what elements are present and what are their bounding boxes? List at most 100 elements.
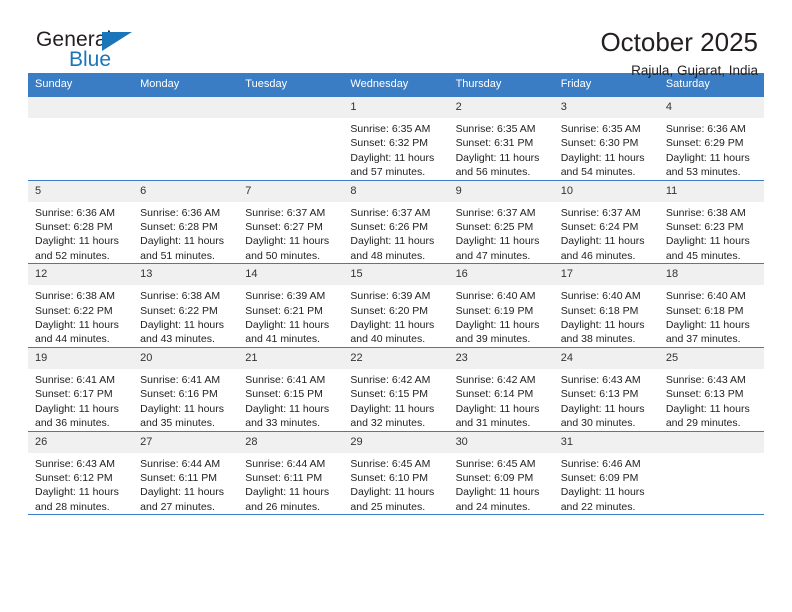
sunrise-text: Sunrise: 6:42 AM (350, 373, 431, 386)
sunrise-text: Sunrise: 6:38 AM (35, 290, 115, 303)
daylight-text: Daylight: 11 hours and 45 minutes. (665, 235, 750, 262)
day-number: 15 (343, 264, 449, 286)
day-number: 30 (448, 431, 554, 453)
day-details: Sunrise: 6:43 AM Sunset: 6:13 PM Daylight:… (554, 369, 659, 431)
calendar-day-cell-empty (28, 96, 134, 181)
sunrise-text: Sunrise: 6:35 AM (560, 123, 641, 135)
calendar-day-cell[interactable]: 2 Sunrise: 6:35 AM Sunset: 6:31 PM Daylight… (448, 96, 554, 181)
day-number: 14 (238, 264, 344, 286)
calendar-day-cell[interactable]: 18 Sunrise: 6:40 AM Sunset: 6:18 PM Dayligh… (658, 263, 764, 348)
daylight-text: Daylight: 11 hours and 57 minutes. (350, 151, 435, 179)
calendar-day-cell[interactable]: 19 Sunrise: 6:41 AM Sunset: 6:17 PM Dayligh… (28, 346, 134, 431)
day-details: Sunrise: 6:35 AM Sunset: 6:31 PM Daylight:… (449, 118, 554, 180)
calendar-week-row: 12 Sunrise: 6:38 AM Sunset: 6:22 PM Dayligh… (28, 263, 764, 348)
calendar-day-cell[interactable]: 30 Sunrise: 6:45 AM Sunset: 6:09 PM Dayligh… (448, 430, 554, 515)
calendar-day-cell[interactable]: 27 Sunrise: 6:44 AM Sunset: 6:11 PM Dayligh… (133, 430, 239, 515)
calendar-day-cell[interactable]: 5 Sunrise: 6:36 AM Sunset: 6:28 PM Daylight… (28, 179, 134, 264)
sunset-text: Sunset: 6:11 PM (140, 471, 217, 484)
calendar-day-cell[interactable]: 15 Sunrise: 6:39 AM Sunset: 6:20 PM Dayligh… (343, 263, 449, 348)
day-details: Sunrise: 6:42 AM Sunset: 6:14 PM Daylight:… (449, 369, 554, 431)
calendar-day-cell[interactable]: 21 Sunrise: 6:41 AM Sunset: 6:15 PM Dayligh… (238, 346, 344, 431)
sunset-text: Sunset: 6:22 PM (140, 304, 218, 317)
calendar-day-cell[interactable]: 14 Sunrise: 6:39 AM Sunset: 6:21 PM Dayligh… (238, 263, 344, 348)
sunset-text: Sunset: 6:20 PM (350, 304, 429, 317)
sunrise-text: Sunrise: 6:42 AM (455, 373, 536, 386)
day-details: Sunrise: 6:45 AM Sunset: 6:10 PM Daylight:… (343, 453, 448, 515)
day-number (133, 97, 239, 118)
daylight-text: Daylight: 11 hours and 30 minutes. (560, 402, 645, 430)
day-number: 7 (238, 180, 344, 202)
calendar-day-cell[interactable]: 26 Sunrise: 6:43 AM Sunset: 6:12 PM Dayligh… (28, 430, 134, 515)
calendar-day-cell[interactable]: 10 Sunrise: 6:37 AM Sunset: 6:24 PM Dayligh… (553, 179, 659, 264)
calendar-day-cell[interactable]: 28 Sunrise: 6:44 AM Sunset: 6:11 PM Dayligh… (238, 430, 344, 515)
calendar-day-cell[interactable]: 6 Sunrise: 6:36 AM Sunset: 6:28 PM Daylight… (133, 179, 239, 264)
calendar-day-cell[interactable]: 20 Sunrise: 6:41 AM Sunset: 6:16 PM Dayligh… (133, 346, 239, 431)
daylight-text: Daylight: 11 hours and 51 minutes. (140, 235, 224, 262)
daylight-text: Daylight: 11 hours and 43 minutes. (140, 319, 224, 346)
sunrise-text: Sunrise: 6:37 AM (350, 206, 431, 219)
calendar-day-cell[interactable]: 9 Sunrise: 6:37 AM Sunset: 6:25 PM Daylight… (448, 179, 554, 264)
day-number: 12 (28, 264, 134, 286)
calendar-day-cell[interactable]: 16 Sunrise: 6:40 AM Sunset: 6:19 PM Dayligh… (448, 263, 554, 348)
day-details: Sunrise: 6:38 AM Sunset: 6:23 PM Daylight:… (659, 202, 764, 264)
sunset-text: Sunset: 6:23 PM (665, 221, 744, 234)
calendar-day-cell[interactable]: 22 Sunrise: 6:42 AM Sunset: 6:15 PM Dayligh… (343, 346, 449, 431)
day-number: 22 (343, 347, 449, 369)
calendar-day-cell[interactable]: 29 Sunrise: 6:45 AM Sunset: 6:10 PM Dayligh… (343, 430, 449, 515)
day-number: 11 (658, 180, 764, 202)
calendar-day-cell[interactable]: 12 Sunrise: 6:38 AM Sunset: 6:22 PM Dayligh… (28, 263, 134, 348)
sunrise-text: Sunrise: 6:46 AM (560, 457, 641, 470)
calendar-day-cell[interactable]: 23 Sunrise: 6:42 AM Sunset: 6:14 PM Dayligh… (448, 346, 554, 431)
calendar-day-cell[interactable]: 4 Sunrise: 6:36 AM Sunset: 6:29 PM Daylight… (658, 96, 764, 181)
sunset-text: Sunset: 6:13 PM (665, 388, 744, 401)
sunset-text: Sunset: 6:18 PM (665, 304, 744, 317)
sunrise-text: Sunrise: 6:37 AM (245, 206, 326, 219)
page-header: General Blue October 2025 Rajula, Gujara… (28, 0, 764, 78)
calendar-day-cell[interactable]: 31 Sunrise: 6:46 AM Sunset: 6:09 PM Dayligh… (553, 430, 659, 515)
sunset-text: Sunset: 6:27 PM (245, 221, 323, 234)
day-details: Sunrise: 6:44 AM Sunset: 6:11 PM Daylight:… (238, 453, 343, 515)
calendar-day-cell[interactable]: 25 Sunrise: 6:43 AM Sunset: 6:13 PM Dayligh… (658, 346, 764, 431)
day-number: 13 (133, 264, 239, 286)
calendar-day-cell[interactable]: 1 Sunrise: 6:35 AM Sunset: 6:32 PM Daylight… (343, 96, 449, 181)
calendar-day-cell[interactable]: 13 Sunrise: 6:38 AM Sunset: 6:22 PM Dayligh… (133, 263, 239, 348)
day-details: Sunrise: 6:37 AM Sunset: 6:27 PM Daylight:… (238, 202, 343, 264)
sunrise-text: Sunrise: 6:40 AM (560, 290, 641, 303)
sunset-text: Sunset: 6:32 PM (350, 137, 429, 150)
sunrise-text: Sunrise: 6:43 AM (35, 457, 115, 470)
daylight-text: Daylight: 11 hours and 53 minutes. (665, 151, 750, 179)
sunset-text: Sunset: 6:15 PM (350, 388, 429, 401)
day-details: Sunrise: 6:39 AM Sunset: 6:20 PM Daylight:… (343, 285, 448, 347)
calendar-day-cell[interactable]: 3 Sunrise: 6:35 AM Sunset: 6:30 PM Daylight… (553, 96, 659, 181)
day-details: Sunrise: 6:41 AM Sunset: 6:16 PM Daylight:… (133, 369, 238, 431)
day-details: Sunrise: 6:37 AM Sunset: 6:25 PM Daylight:… (449, 202, 554, 264)
calendar-day-cell[interactable]: 17 Sunrise: 6:40 AM Sunset: 6:18 PM Dayligh… (553, 263, 659, 348)
sunset-text: Sunset: 6:19 PM (455, 304, 534, 317)
day-number: 26 (28, 431, 134, 453)
sunset-text: Sunset: 6:18 PM (560, 304, 639, 317)
sunset-text: Sunset: 6:28 PM (140, 221, 218, 234)
day-details: Sunrise: 6:36 AM Sunset: 6:28 PM Daylight:… (133, 202, 238, 264)
daylight-text: Daylight: 11 hours and 25 minutes. (350, 486, 435, 513)
sunset-text: Sunset: 6:17 PM (35, 388, 113, 401)
sunrise-text: Sunrise: 6:45 AM (455, 457, 536, 470)
day-details: Sunrise: 6:46 AM Sunset: 6:09 PM Daylight:… (554, 453, 659, 515)
generalblue-logo[interactable]: General Blue (36, 28, 256, 78)
sunset-text: Sunset: 6:28 PM (35, 221, 113, 234)
day-details: Sunrise: 6:40 AM Sunset: 6:18 PM Daylight:… (659, 285, 764, 347)
calendar-day-cell[interactable]: 8 Sunrise: 6:37 AM Sunset: 6:26 PM Daylight… (343, 179, 449, 264)
sunrise-text: Sunrise: 6:38 AM (665, 206, 746, 219)
sunset-text: Sunset: 6:31 PM (455, 137, 534, 150)
calendar-day-cell[interactable]: 24 Sunrise: 6:43 AM Sunset: 6:13 PM Dayligh… (553, 346, 659, 431)
day-number: 24 (553, 347, 659, 369)
calendar-day-cell[interactable]: 7 Sunrise: 6:37 AM Sunset: 6:27 PM Daylight… (238, 179, 344, 264)
day-number: 5 (28, 180, 134, 202)
sunrise-text: Sunrise: 6:40 AM (455, 290, 536, 303)
daylight-text: Daylight: 11 hours and 47 minutes. (455, 235, 540, 262)
calendar-day-cell[interactable]: 11 Sunrise: 6:38 AM Sunset: 6:23 PM Dayligh… (658, 179, 764, 264)
sunset-text: Sunset: 6:26 PM (350, 221, 429, 234)
day-number: 10 (553, 180, 659, 202)
sunset-text: Sunset: 6:12 PM (35, 471, 113, 484)
day-number (28, 97, 134, 118)
sunrise-text: Sunrise: 6:40 AM (665, 290, 746, 303)
